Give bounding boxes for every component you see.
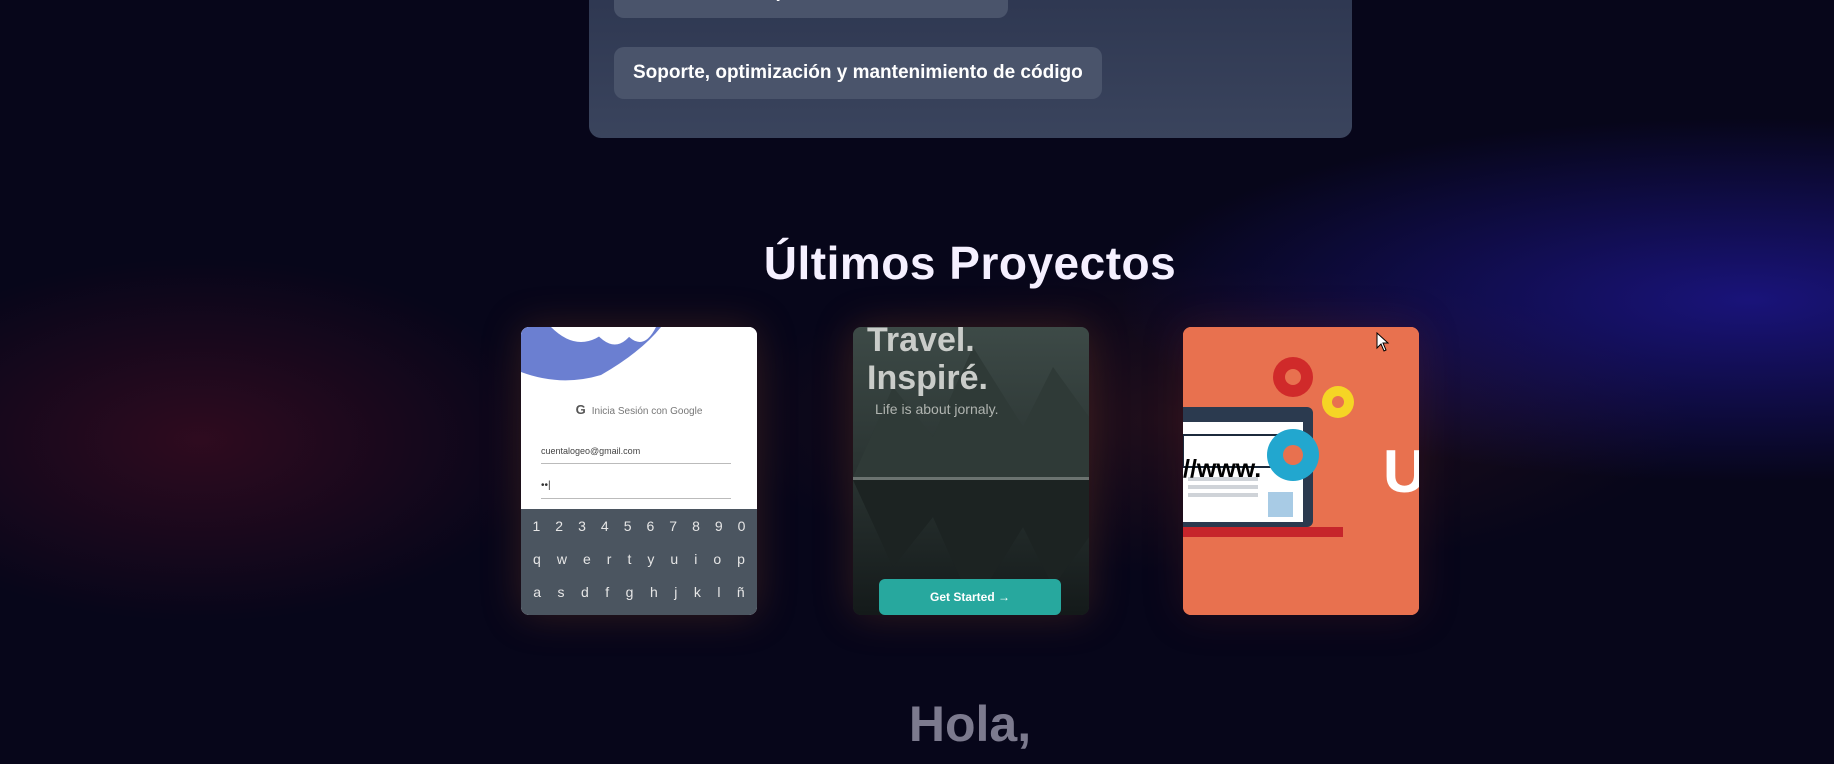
- service-pill-performance: Garantizamos óptimo rendimiento web.: [614, 0, 1008, 18]
- key[interactable]: a: [533, 584, 541, 600]
- travel-headline-line2: Inspiré.: [867, 359, 988, 397]
- google-signin-row[interactable]: G Inicia Sesión con Google: [521, 402, 757, 417]
- key[interactable]: 2: [555, 518, 563, 534]
- keyboard: 1 2 3 4 5 6 7 8 9 0 q w e r t y u i o p …: [521, 509, 757, 615]
- key[interactable]: s: [558, 584, 565, 600]
- keyboard-row-numbers: 1 2 3 4 5 6 7 8 9 0: [521, 509, 757, 542]
- key[interactable]: 6: [646, 518, 654, 534]
- key[interactable]: d: [581, 584, 589, 600]
- key[interactable]: e: [583, 551, 591, 567]
- project-card-login[interactable]: G Inicia Sesión con Google cuentalogeo@gm…: [521, 327, 757, 615]
- google-icon: G: [575, 402, 586, 417]
- key[interactable]: r: [607, 551, 612, 567]
- key[interactable]: w: [557, 551, 567, 567]
- big-letter: U: [1383, 438, 1419, 505]
- key[interactable]: 9: [715, 518, 723, 534]
- login-logo-art: [521, 327, 757, 387]
- key[interactable]: 3: [578, 518, 586, 534]
- key[interactable]: p: [737, 551, 745, 567]
- service-pill-support: Soporte, optimización y mantenimiento de…: [614, 47, 1102, 99]
- travel-subtitle: Life is about jornaly.: [875, 401, 999, 417]
- key[interactable]: 4: [601, 518, 609, 534]
- key[interactable]: l: [717, 584, 720, 600]
- greeting-heading: Hola,: [908, 696, 1032, 752]
- project-card-travel[interactable]: Travel. Inspiré. Life is about jornaly. …: [853, 327, 1089, 615]
- travel-headline-line1: Travel.: [867, 327, 975, 359]
- key[interactable]: q: [533, 551, 541, 567]
- key[interactable]: j: [674, 584, 677, 600]
- key[interactable]: 0: [738, 518, 746, 534]
- key[interactable]: u: [670, 551, 678, 567]
- key[interactable]: o: [713, 551, 721, 567]
- password-field[interactable]: ••|: [541, 474, 731, 499]
- key[interactable]: t: [627, 551, 631, 567]
- services-panel: Garantizamos óptimo rendimiento web. Sop…: [589, 0, 1352, 138]
- email-field[interactable]: cuentalogeo@gmail.com: [541, 439, 731, 464]
- key[interactable]: 7: [669, 518, 677, 534]
- google-signin-label: Inicia Sesión con Google: [591, 406, 703, 417]
- get-started-button[interactable]: Get Started →: [879, 579, 1061, 615]
- travel-headline: Travel. Inspiré.: [867, 327, 988, 397]
- projects-title: Últimos Proyectos: [763, 237, 1177, 289]
- keyboard-row-top: q w e r t y u i o p: [521, 542, 757, 575]
- key[interactable]: 5: [624, 518, 632, 534]
- key[interactable]: ñ: [737, 584, 745, 600]
- key[interactable]: h: [650, 584, 658, 600]
- key[interactable]: k: [694, 584, 701, 600]
- key[interactable]: 8: [692, 518, 700, 534]
- key[interactable]: g: [626, 584, 634, 600]
- key[interactable]: 1: [533, 518, 541, 534]
- project-card-webdev[interactable]: //www. U: [1183, 327, 1419, 615]
- key[interactable]: i: [694, 551, 697, 567]
- url-text: //www.: [1183, 455, 1262, 483]
- keyboard-row-middle: a s d f g h j k l ñ: [521, 575, 757, 608]
- key[interactable]: f: [605, 584, 609, 600]
- key[interactable]: y: [647, 551, 654, 567]
